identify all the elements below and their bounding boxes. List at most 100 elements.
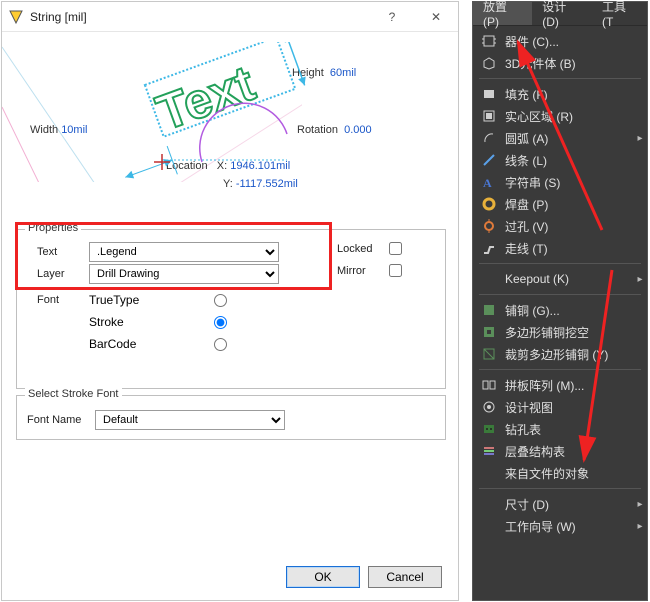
menu-item[interactable]: 3D元件体 (B) (473, 52, 647, 74)
string-properties-dialog: String [mil] ? ✕ Text (1, 1, 459, 601)
menu-item[interactable]: 设计视图 (473, 396, 647, 418)
fontname-label: Font Name (27, 414, 95, 426)
blank-icon (479, 496, 499, 512)
line-icon (479, 152, 499, 168)
route-icon (479, 240, 499, 256)
mirror-checkbox[interactable] (389, 264, 402, 277)
font-stroke-radio[interactable] (214, 316, 227, 329)
menu-item-label: 层叠结构表 (505, 443, 647, 460)
via-icon (479, 218, 499, 234)
submenu-arrow-icon: ▸ (633, 274, 647, 285)
menu-tab-tools[interactable]: 工具 (T (592, 2, 647, 25)
menu-item-label: 工作向导 (W) (505, 518, 633, 535)
menu-item-label: 实心区域 (R) (505, 108, 647, 125)
menu-item[interactable]: 实心区域 (R) (473, 105, 647, 127)
help-button[interactable]: ? (370, 2, 414, 32)
blank-icon (479, 518, 499, 534)
arc-icon (479, 130, 499, 146)
menu-item[interactable]: 圆弧 (A)▸ (473, 127, 647, 149)
menu-item[interactable]: A 字符串 (S) (473, 171, 647, 193)
font-barcode-label: BarCode (89, 337, 209, 351)
menu-tab-design[interactable]: 设计 (D) (532, 2, 592, 25)
menu-item-label: 圆弧 (A) (505, 130, 633, 147)
menu-item-label: 线条 (L) (505, 152, 647, 169)
menu-separator (479, 78, 641, 79)
menu-item-label: 多边形铺铜挖空 (505, 324, 647, 341)
menu-separator (479, 294, 641, 295)
svg-text:Text: Text (149, 55, 262, 142)
region-icon (479, 108, 499, 124)
properties-group-title: Properties (25, 222, 81, 234)
menu-item-label: 走线 (T) (505, 240, 647, 257)
ok-button[interactable]: OK (286, 566, 360, 588)
panel-icon (479, 377, 499, 393)
menu-item-label: 钻孔表 (505, 421, 647, 438)
font-label: Font (37, 294, 89, 306)
menu-item[interactable]: 线条 (L) (473, 149, 647, 171)
menu-item-label: 铺铜 (G)... (505, 302, 647, 319)
menu-item-label: 字符串 (S) (505, 174, 647, 191)
font-stroke-label: Stroke (89, 315, 209, 329)
menu-item-label: 来自文件的对象 (505, 465, 647, 482)
menu-item[interactable]: 填充 (F) (473, 83, 647, 105)
menu-separator (479, 369, 641, 370)
menu-tab-place[interactable]: 放置 (P) (473, 2, 532, 25)
menu-item[interactable]: 工作向导 (W)▸ (473, 515, 647, 537)
menu-item-label: 器件 (C)... (505, 33, 647, 50)
font-truetype-radio[interactable] (214, 294, 227, 307)
menu-item[interactable]: 过孔 (V) (473, 215, 647, 237)
string-icon: A (479, 174, 499, 190)
text-select[interactable]: .Legend (89, 242, 279, 262)
dialog-body: Text Height 60m (2, 32, 458, 600)
menu-item[interactable]: Keepout (K)▸ (473, 268, 647, 290)
drill-icon (479, 421, 499, 437)
locked-checkbox[interactable] (389, 242, 402, 255)
chip-icon (479, 33, 499, 49)
mirror-label: Mirror (337, 265, 389, 277)
layer-label: Layer (37, 268, 89, 280)
menu-item-label: 3D元件体 (B) (505, 55, 647, 72)
dialog-button-row: OK Cancel (2, 566, 458, 588)
menu-item[interactable]: 裁剪多边形铺铜 (Y) (473, 343, 647, 365)
menu-item-label: 尺寸 (D) (505, 496, 633, 513)
menu-item-label: 拼板阵列 (M)... (505, 377, 647, 394)
submenu-arrow-icon: ▸ (633, 133, 647, 144)
titlebar: String [mil] ? ✕ (2, 2, 458, 32)
stack-icon (479, 443, 499, 459)
stroke-font-group-title: Select Stroke Font (25, 388, 122, 400)
mirror-row: Mirror (337, 264, 402, 277)
menu-separator (479, 263, 641, 264)
menu-item[interactable]: 铺铜 (G)... (473, 299, 647, 321)
font-barcode-radio[interactable] (214, 338, 227, 351)
font-truetype-label: TrueType (89, 293, 209, 307)
menu-item[interactable]: 焊盘 (P) (473, 193, 647, 215)
properties-group: Properties Text .Legend Layer Drill Draw… (16, 229, 446, 389)
menu-item-label: 裁剪多边形铺铜 (Y) (505, 346, 647, 363)
cancel-button[interactable]: Cancel (368, 566, 442, 588)
menu-item[interactable]: 来自文件的对象 (473, 462, 647, 484)
menu-item-label: 焊盘 (P) (505, 196, 647, 213)
menu-item[interactable]: 拼板阵列 (M)... (473, 374, 647, 396)
menu-item[interactable]: 多边形铺铜挖空 (473, 321, 647, 343)
locked-label: Locked (337, 243, 389, 255)
menu-item[interactable]: 器件 (C)... (473, 30, 647, 52)
pad-icon (479, 196, 499, 212)
dialog-title: String [mil] (30, 10, 87, 24)
menu-item[interactable]: 尺寸 (D)▸ (473, 493, 647, 515)
fill-icon (479, 86, 499, 102)
layer-select[interactable]: Drill Drawing (89, 264, 279, 284)
submenu-arrow-icon: ▸ (633, 499, 647, 510)
menu-item-label: 填充 (F) (505, 86, 647, 103)
menu-item[interactable]: 钻孔表 (473, 418, 647, 440)
locked-row: Locked (337, 242, 402, 255)
place-menu-panel: 放置 (P) 设计 (D) 工具 (T 器件 (C)... 3D元件体 (B) 填充… (472, 1, 648, 601)
close-button[interactable]: ✕ (414, 2, 458, 32)
menu-item[interactable]: 走线 (T) (473, 237, 647, 259)
text-label: Text (37, 246, 89, 258)
fontname-select[interactable]: Default (95, 410, 285, 430)
blank-icon (479, 465, 499, 481)
menu-separator (479, 488, 641, 489)
menu-item-label: 过孔 (V) (505, 218, 647, 235)
cutpoly-icon (479, 346, 499, 362)
menu-item[interactable]: 层叠结构表 (473, 440, 647, 462)
